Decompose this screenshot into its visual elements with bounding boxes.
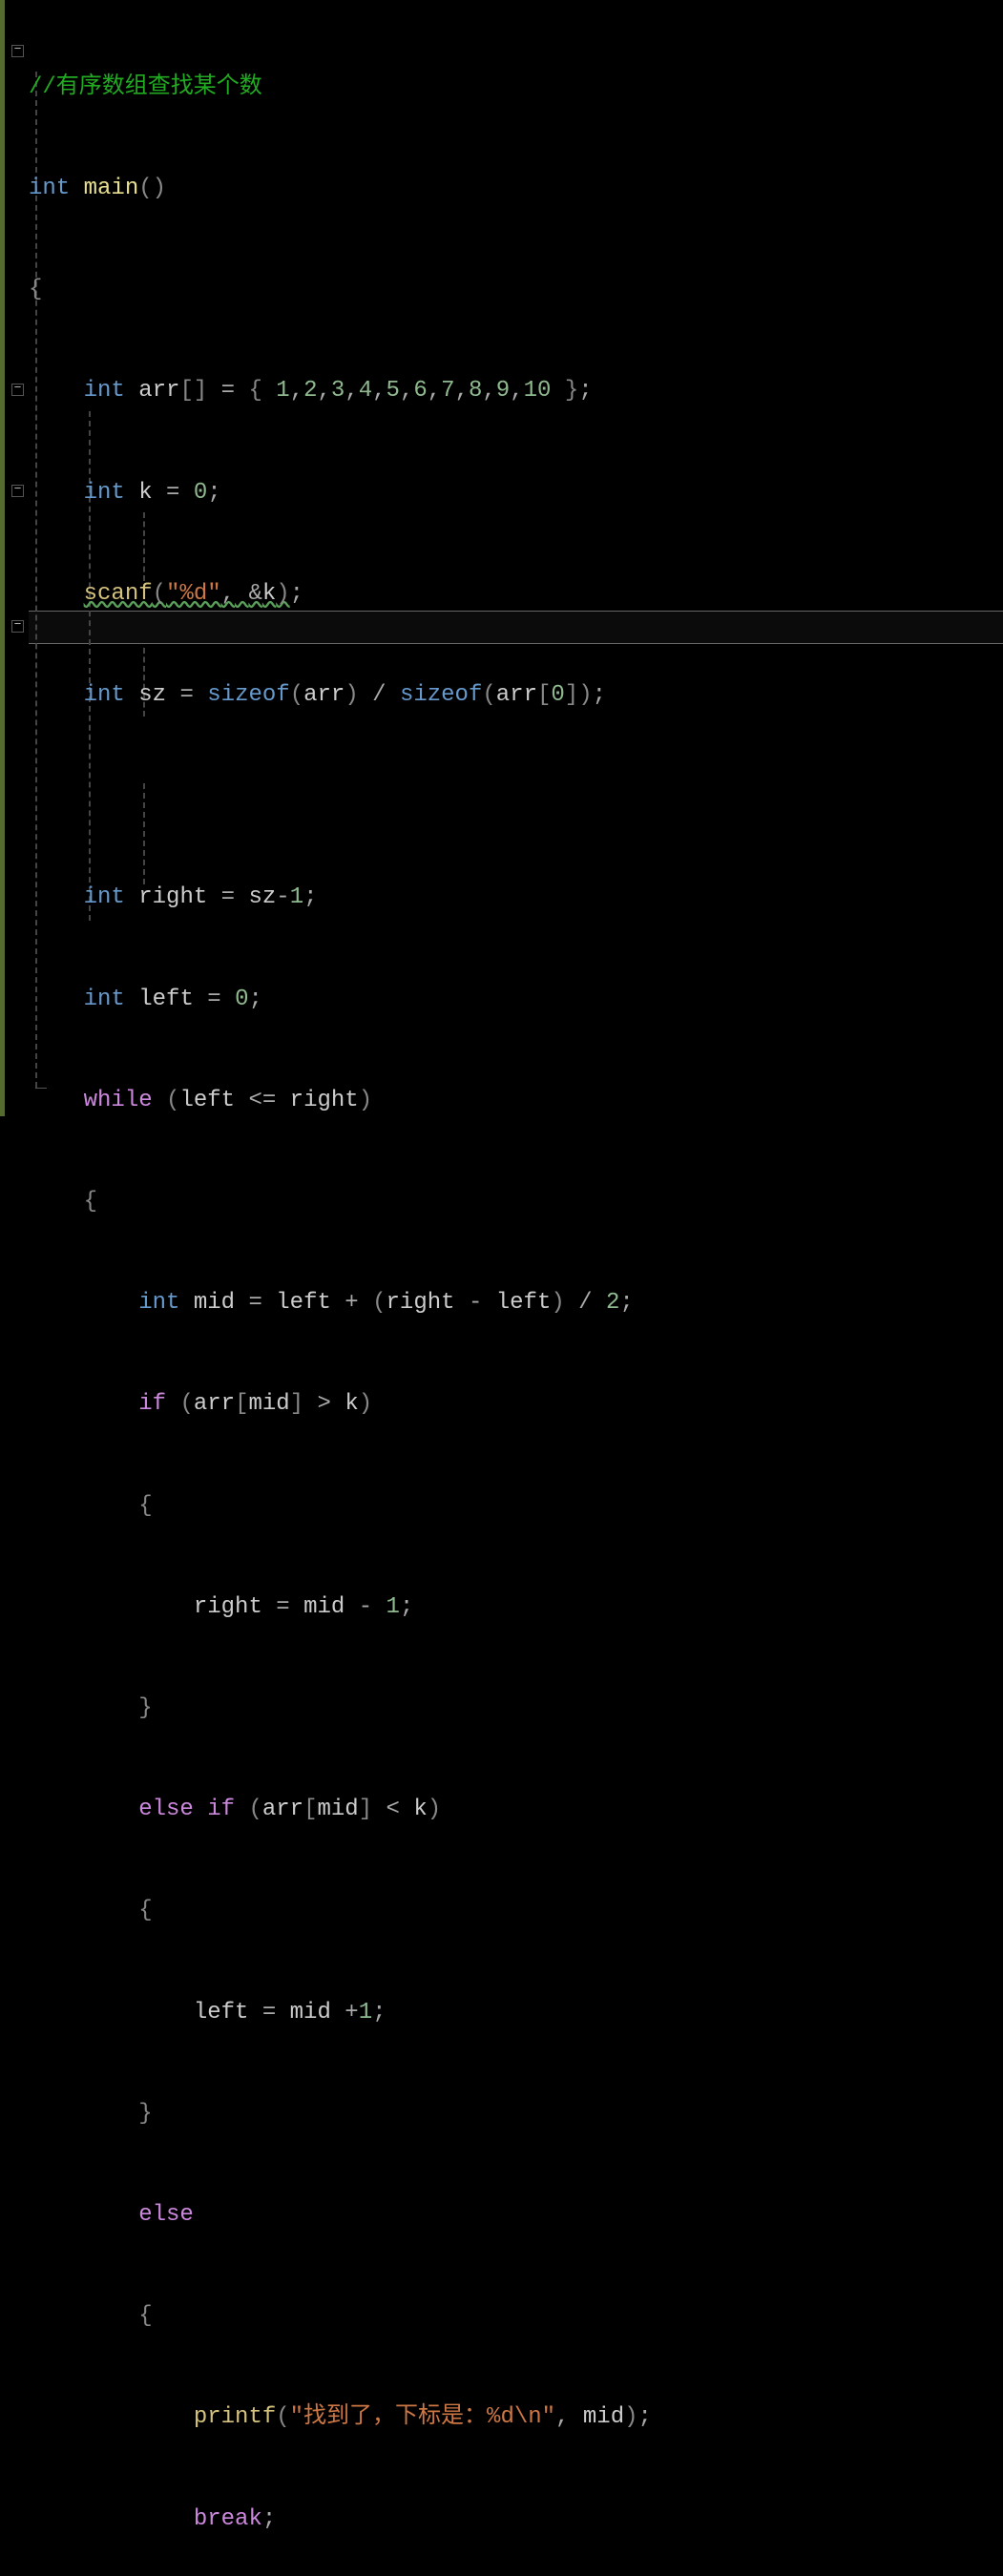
code-line[interactable]: printf("找到了，下标是：%d\n", mid); [29,2400,652,2434]
comment: //有序数组查找某个数 [29,74,262,100]
code-line[interactable]: } [29,1692,652,1725]
code-line[interactable]: { [29,1489,652,1523]
code-line[interactable]: int sz = sizeof(arr) / sizeof(arr[0]); [29,678,652,712]
code-line[interactable]: right = mid - 1; [29,1590,652,1624]
code-line[interactable]: { [29,273,652,306]
code-line[interactable]: if (arr[mid] > k) [29,1387,652,1421]
code-area[interactable]: //有序数组查找某个数 int main() { int arr[] = { 1… [29,3,652,2576]
gutter [0,0,29,1288]
code-line[interactable]: int left = 0; [29,983,652,1016]
fold-toggle-icon[interactable] [11,620,24,633]
code-line[interactable]: { [29,2299,652,2333]
code-line[interactable]: int right = sz-1; [29,881,652,914]
code-line[interactable]: //有序数组查找某个数 [29,71,652,104]
code-line[interactable]: } [29,2097,652,2130]
change-margin [0,0,5,1116]
fold-toggle-icon[interactable] [11,45,24,57]
code-line[interactable]: int main() [29,172,652,205]
code-line[interactable]: { [29,1894,652,1927]
code-line[interactable]: left = mid +1; [29,1996,652,2029]
code-line[interactable]: else [29,2198,652,2232]
code-line[interactable]: int k = 0; [29,476,652,509]
code-line[interactable]: int arr[] = { 1,2,3,4,5,6,7,8,9,10 }; [29,374,652,407]
code-line[interactable]: else if (arr[mid] < k) [29,1793,652,1826]
code-line[interactable]: int mid = left + (right - left) / 2; [29,1286,652,1319]
code-line[interactable]: break; [29,2503,652,2536]
code-line[interactable]: while (left <= right) [29,1084,652,1117]
code-line[interactable] [29,779,652,813]
code-line[interactable]: { [29,1185,652,1218]
fold-toggle-icon[interactable] [11,485,24,497]
code-editor[interactable]: //有序数组查找某个数 int main() { int arr[] = { 1… [0,0,1003,3]
fold-toggle-icon[interactable] [11,384,24,396]
code-line[interactable]: scanf("%d", &k); [29,577,652,611]
